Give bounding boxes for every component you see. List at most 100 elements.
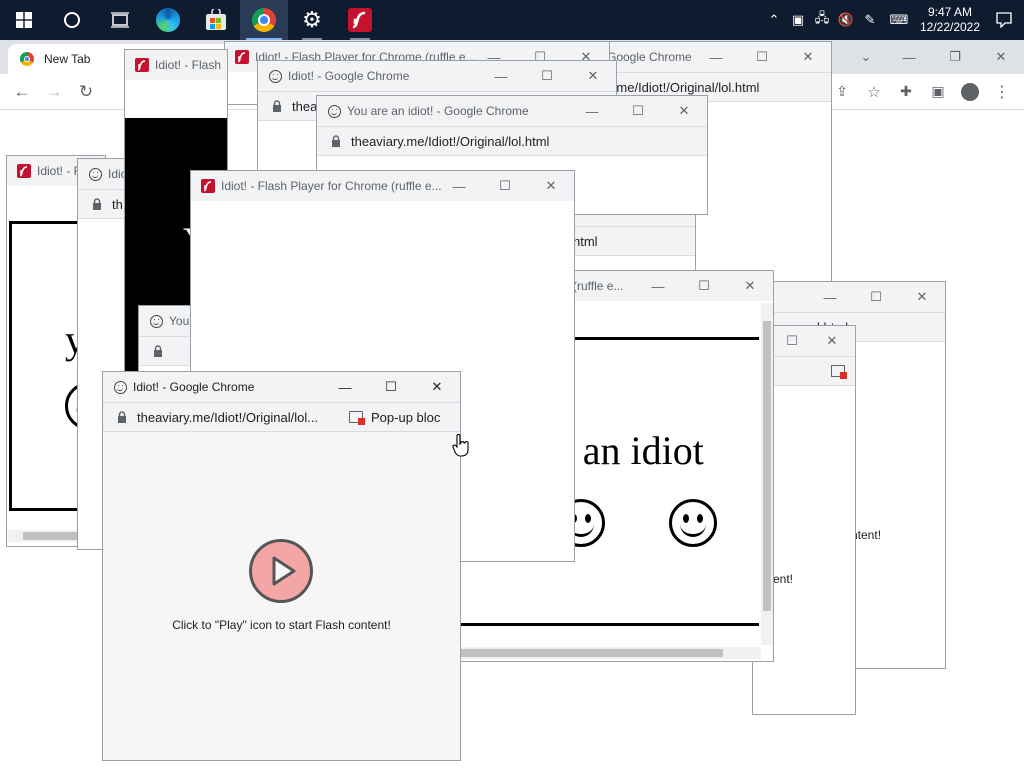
maximize-button[interactable]: ☐ xyxy=(615,96,661,126)
window-title: You are an idiot! - Google Chrome xyxy=(347,104,529,118)
close-button[interactable]: ✕ xyxy=(528,171,574,201)
popup-blocked-icon[interactable] xyxy=(831,365,847,379)
search-button[interactable] xyxy=(48,0,96,40)
taskbar: ⚙ ⌃ ▣ 🖧 🔇 ✎ ⌨ 9:47 AM 12/22/2022 xyxy=(0,0,1024,40)
address-bar-url[interactable]: theaviary.me/Idiot!/Original/lol.html xyxy=(351,134,549,149)
close-button[interactable]: ✕ xyxy=(899,282,945,312)
smiley-icon xyxy=(149,314,163,328)
taskbar-flash[interactable] xyxy=(336,0,384,40)
tab-search-icon[interactable]: ⌄ xyxy=(846,40,886,74)
close-button[interactable]: ✕ xyxy=(727,271,773,301)
play-icon xyxy=(272,556,296,586)
vertical-scrollbar[interactable] xyxy=(761,303,773,645)
profile-avatar-icon[interactable] xyxy=(954,76,986,108)
start-button[interactable] xyxy=(0,0,48,40)
forward-icon[interactable]: → xyxy=(38,76,70,108)
idiot-text: e an idiot xyxy=(555,428,704,473)
address-bar-url[interactable]: theaviary.me/Idiot!/Original/lol... xyxy=(137,410,337,425)
smiley-icon xyxy=(88,167,102,181)
menu-kebab-icon[interactable]: ⋮ xyxy=(986,76,1018,108)
chrome-icon xyxy=(252,8,276,32)
taskbar-chrome[interactable] xyxy=(240,0,288,40)
edge-icon xyxy=(156,8,180,32)
volume-muted-icon[interactable]: 🔇 xyxy=(834,0,858,40)
maximize-button[interactable]: ☐ xyxy=(524,61,570,91)
front-chrome-window[interactable]: Idiot! - Google Chrome — ☐ ✕ theaviary.me/… xyxy=(102,371,461,761)
notification-center-icon[interactable] xyxy=(984,0,1024,40)
horizontal-scrollbar[interactable] xyxy=(457,647,761,659)
flash-icon xyxy=(348,8,372,32)
flash-start-message: Click to "Play" icon to start Flash cont… xyxy=(172,618,391,632)
lock-icon xyxy=(272,100,282,112)
lock-icon xyxy=(331,135,341,147)
flash-icon xyxy=(235,50,249,64)
clock[interactable]: 9:47 AM 12/22/2022 xyxy=(916,5,984,35)
back-icon[interactable]: ← xyxy=(6,76,38,108)
reload-icon[interactable]: ↻ xyxy=(70,76,102,108)
taskbar-settings[interactable]: ⚙ xyxy=(288,0,336,40)
store-icon xyxy=(206,9,226,30)
tab-label: New Tab xyxy=(44,52,91,66)
system-tray: ⌃ ▣ 🖧 🔇 ✎ ⌨ 9:47 AM 12/22/2022 xyxy=(762,0,1024,40)
security-icon[interactable]: ▣ xyxy=(786,0,810,40)
window-title: Google Chrome xyxy=(607,50,692,64)
minimize-button[interactable]: — xyxy=(478,61,524,91)
hand-cursor-icon xyxy=(452,434,470,461)
restore-button[interactable]: ❐ xyxy=(932,40,978,74)
minimize-button[interactable]: — xyxy=(807,282,853,312)
chevron-up-icon[interactable]: ⌃ xyxy=(762,0,786,40)
flash-message: ent! xyxy=(773,572,794,586)
lock-icon xyxy=(92,198,102,210)
close-button[interactable]: ✕ xyxy=(785,42,831,72)
maximize-button[interactable]: ☐ xyxy=(681,271,727,301)
extensions-icon[interactable]: ✚ xyxy=(890,76,922,108)
taskbar-edge[interactable] xyxy=(144,0,192,40)
maximize-button[interactable]: ☐ xyxy=(482,171,528,201)
smiley-icon xyxy=(113,380,127,394)
popup-blocked-icon[interactable] xyxy=(349,411,365,425)
close-button[interactable]: ✕ xyxy=(661,96,707,126)
pen-icon[interactable]: ✎ xyxy=(858,0,882,40)
close-button[interactable]: ✕ xyxy=(414,372,460,402)
idiot-frame-bottom xyxy=(457,623,759,626)
flash-icon xyxy=(17,164,31,178)
minimize-button[interactable]: — xyxy=(436,171,482,201)
clock-time: 9:47 AM xyxy=(927,5,973,19)
close-button[interactable]: ✕ xyxy=(978,40,1024,74)
window-title: Idiot! - Google Chrome xyxy=(133,380,255,394)
minimize-button[interactable]: — xyxy=(693,42,739,72)
close-button[interactable]: ✕ xyxy=(570,61,616,91)
smiley-icon xyxy=(669,499,717,547)
maximize-button[interactable]: ☐ xyxy=(368,372,414,402)
lock-icon xyxy=(117,411,127,423)
bookmark-star-icon[interactable]: ☆ xyxy=(858,76,890,108)
chrome-icon xyxy=(20,52,34,66)
popup-blocked-label[interactable]: Pop-up bloc xyxy=(371,410,440,425)
maximize-button[interactable]: ☐ xyxy=(853,282,899,312)
search-circle-icon xyxy=(64,12,80,28)
address-bar-url[interactable]: thea xyxy=(292,99,317,114)
minimize-button[interactable]: — xyxy=(635,271,681,301)
address-bar-url[interactable]: th xyxy=(112,197,123,212)
keyboard-icon[interactable]: ⌨ xyxy=(882,0,916,40)
minimize-button[interactable]: — xyxy=(886,40,932,74)
flash-icon xyxy=(201,179,215,193)
close-button[interactable]: ✕ xyxy=(809,326,855,356)
minimize-button[interactable]: — xyxy=(569,96,615,126)
task-view-button[interactable] xyxy=(96,0,144,40)
maximize-button[interactable]: ☐ xyxy=(739,42,785,72)
address-bar-url[interactable]: html xyxy=(573,234,598,249)
lock-icon xyxy=(153,345,163,357)
window-title: Idiot! - Flash Player for Chrome (ruffle… xyxy=(221,179,442,193)
network-icon[interactable]: 🖧 xyxy=(810,0,834,40)
taskbar-store[interactable] xyxy=(192,0,240,40)
minimize-button[interactable]: — xyxy=(322,372,368,402)
play-button[interactable] xyxy=(249,539,313,603)
window-title: Idiot! - Flash xyxy=(155,58,222,72)
window-title: Idiot! - Google Chrome xyxy=(288,69,410,83)
maximize-button[interactable]: ☐ xyxy=(775,326,809,356)
smiley-icon xyxy=(268,69,282,83)
task-view-icon xyxy=(111,12,129,28)
side-panel-icon[interactable]: ▣ xyxy=(922,76,954,108)
flash-icon xyxy=(135,58,149,72)
